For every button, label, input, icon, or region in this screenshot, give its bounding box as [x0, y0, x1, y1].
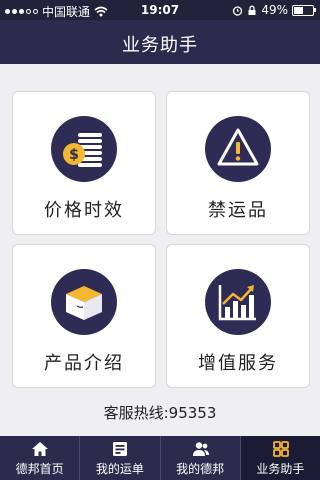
waybill-icon — [113, 442, 128, 456]
tab-home[interactable]: 德邦首页 — [0, 436, 81, 480]
tile-product-intro[interactable]: 产品介绍 — [12, 244, 156, 388]
nav-bar: 业务助手 — [0, 20, 320, 64]
price-coins-icon: $ — [51, 116, 117, 182]
tab-label: 德邦首页 — [15, 462, 64, 476]
battery-icon — [292, 4, 316, 16]
lock-rotation-icon — [248, 5, 256, 15]
customer-hotline[interactable]: 客服热线:95353 — [0, 402, 320, 423]
page-title: 业务助手 — [122, 35, 198, 56]
status-right-group: 49% — [232, 3, 316, 17]
warning-icon — [205, 116, 271, 182]
tile-prohibited-items[interactable]: 禁运品 — [166, 91, 310, 235]
box-icon — [51, 269, 117, 335]
users-icon — [192, 442, 209, 456]
tile-label: 增值服务 — [198, 353, 278, 374]
alarm-icon — [233, 5, 243, 16]
tab-label: 我的运单 — [95, 462, 144, 476]
tab-label: 业务助手 — [256, 462, 305, 476]
home-icon — [32, 442, 48, 456]
tab-business-assistant[interactable]: 业务助手 — [240, 436, 320, 480]
tab-my-debang[interactable]: 我的德邦 — [161, 436, 241, 480]
tile-label: 产品介绍 — [44, 353, 124, 374]
battery-percent: 49% — [261, 3, 288, 17]
tile-value-added-services[interactable]: 增值服务 — [166, 244, 310, 388]
tab-my-waybill[interactable]: 我的运单 — [80, 436, 161, 480]
svg-text:$: $ — [69, 147, 79, 163]
tab-bar: 德邦首页 我的运单 我的德邦 业务助手 — [0, 436, 320, 480]
tile-price-timeliness[interactable]: $ 价格时效 — [12, 91, 156, 235]
growth-chart-icon — [205, 269, 271, 335]
tile-label: 禁运品 — [208, 200, 268, 221]
tab-label: 我的德邦 — [176, 462, 225, 476]
apps-icon — [272, 441, 289, 457]
tile-label: 价格时效 — [44, 200, 124, 221]
status-bar: 中国联通 19:07 49% — [0, 0, 320, 20]
